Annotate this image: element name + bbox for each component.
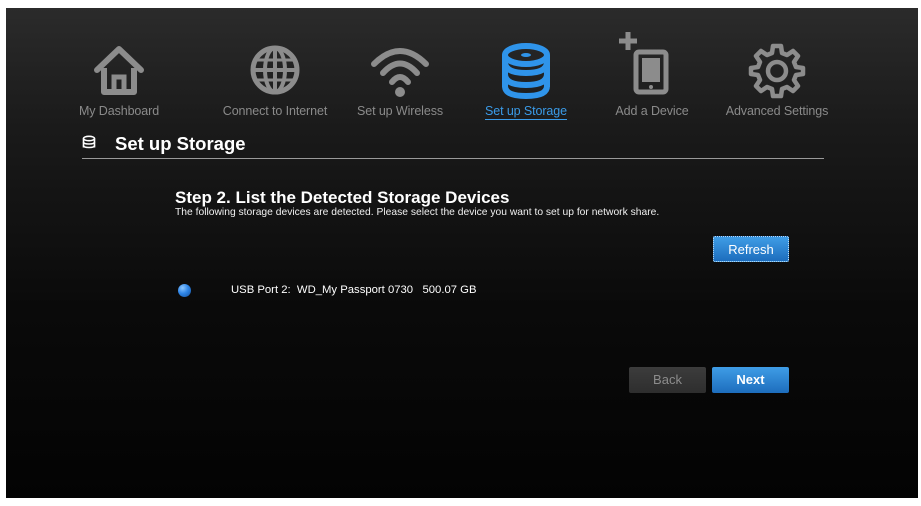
nav-advanced-settings[interactable]: Advanced Settings (717, 18, 837, 124)
gear-icon (747, 40, 807, 100)
top-navigation: My Dashboard Connect to Internet Set up … (6, 8, 918, 128)
nav-label: Set up Wireless (356, 104, 444, 118)
router-setup-window: My Dashboard Connect to Internet Set up … (6, 8, 918, 498)
device-list-item[interactable]: USB Port 2: WD_My Passport 0730 500.07 G… (176, 282, 596, 300)
device-label: USB Port 2: WD_My Passport 0730 500.07 G… (231, 284, 477, 296)
section-header: Set up Storage (82, 130, 824, 159)
add-device-icon (619, 32, 682, 100)
nav-set-up-wireless[interactable]: Set up Wireless (340, 18, 460, 124)
storage-icon (496, 40, 556, 100)
nav-label: Connect to Internet (222, 104, 328, 118)
home-icon (89, 40, 149, 100)
nav-connect-to-internet[interactable]: Connect to Internet (215, 18, 335, 124)
step-description: The following storage devices are detect… (175, 207, 660, 218)
refresh-button[interactable]: Refresh (713, 236, 789, 262)
next-button[interactable]: Next (712, 367, 789, 393)
storage-small-icon (82, 135, 96, 151)
nav-label: Advanced Settings (725, 104, 829, 118)
nav-my-dashboard[interactable]: My Dashboard (59, 18, 179, 124)
step-title: Step 2. List the Detected Storage Device… (175, 188, 510, 207)
back-button[interactable]: Back (629, 367, 706, 393)
page-title: Set up Storage (115, 133, 246, 154)
nav-add-a-device[interactable]: Add a Device (592, 18, 712, 124)
wifi-icon (370, 40, 430, 100)
device-radio-button[interactable] (178, 284, 191, 297)
globe-icon (245, 40, 305, 100)
nav-label: My Dashboard (78, 104, 160, 118)
nav-set-up-storage[interactable]: Set up Storage (466, 18, 586, 124)
nav-label: Set up Storage (485, 104, 567, 120)
nav-label: Add a Device (615, 104, 689, 118)
